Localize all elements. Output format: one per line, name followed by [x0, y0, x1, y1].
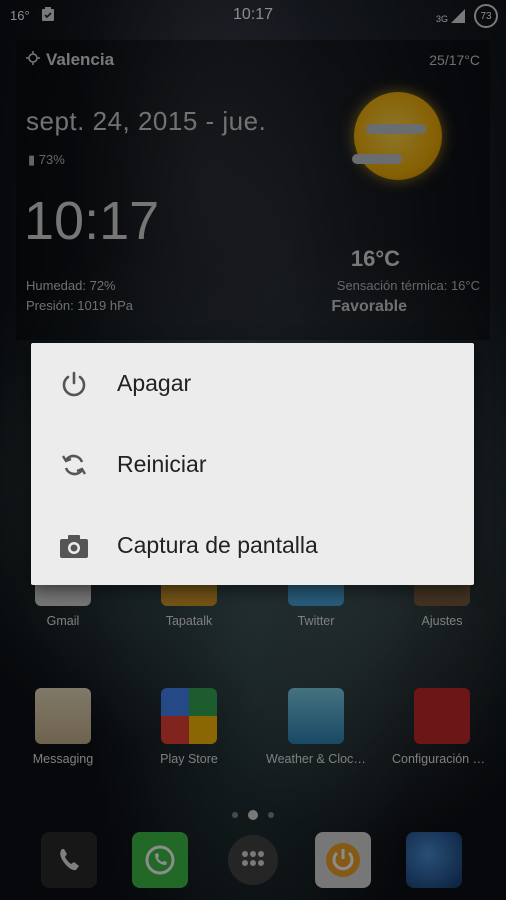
option-label: Apagar: [117, 370, 192, 396]
option-label: Reiniciar: [117, 451, 207, 477]
restart-icon: [59, 450, 89, 480]
option-reiniciar[interactable]: Reiniciar: [31, 424, 474, 505]
power-icon: [59, 369, 89, 399]
power-menu-dialog: Apagar Reiniciar Captura de pantalla: [31, 343, 474, 585]
option-apagar[interactable]: Apagar: [31, 343, 474, 424]
option-captura[interactable]: Captura de pantalla: [31, 505, 474, 586]
camera-icon: [59, 531, 89, 561]
option-label: Captura de pantalla: [117, 532, 318, 558]
